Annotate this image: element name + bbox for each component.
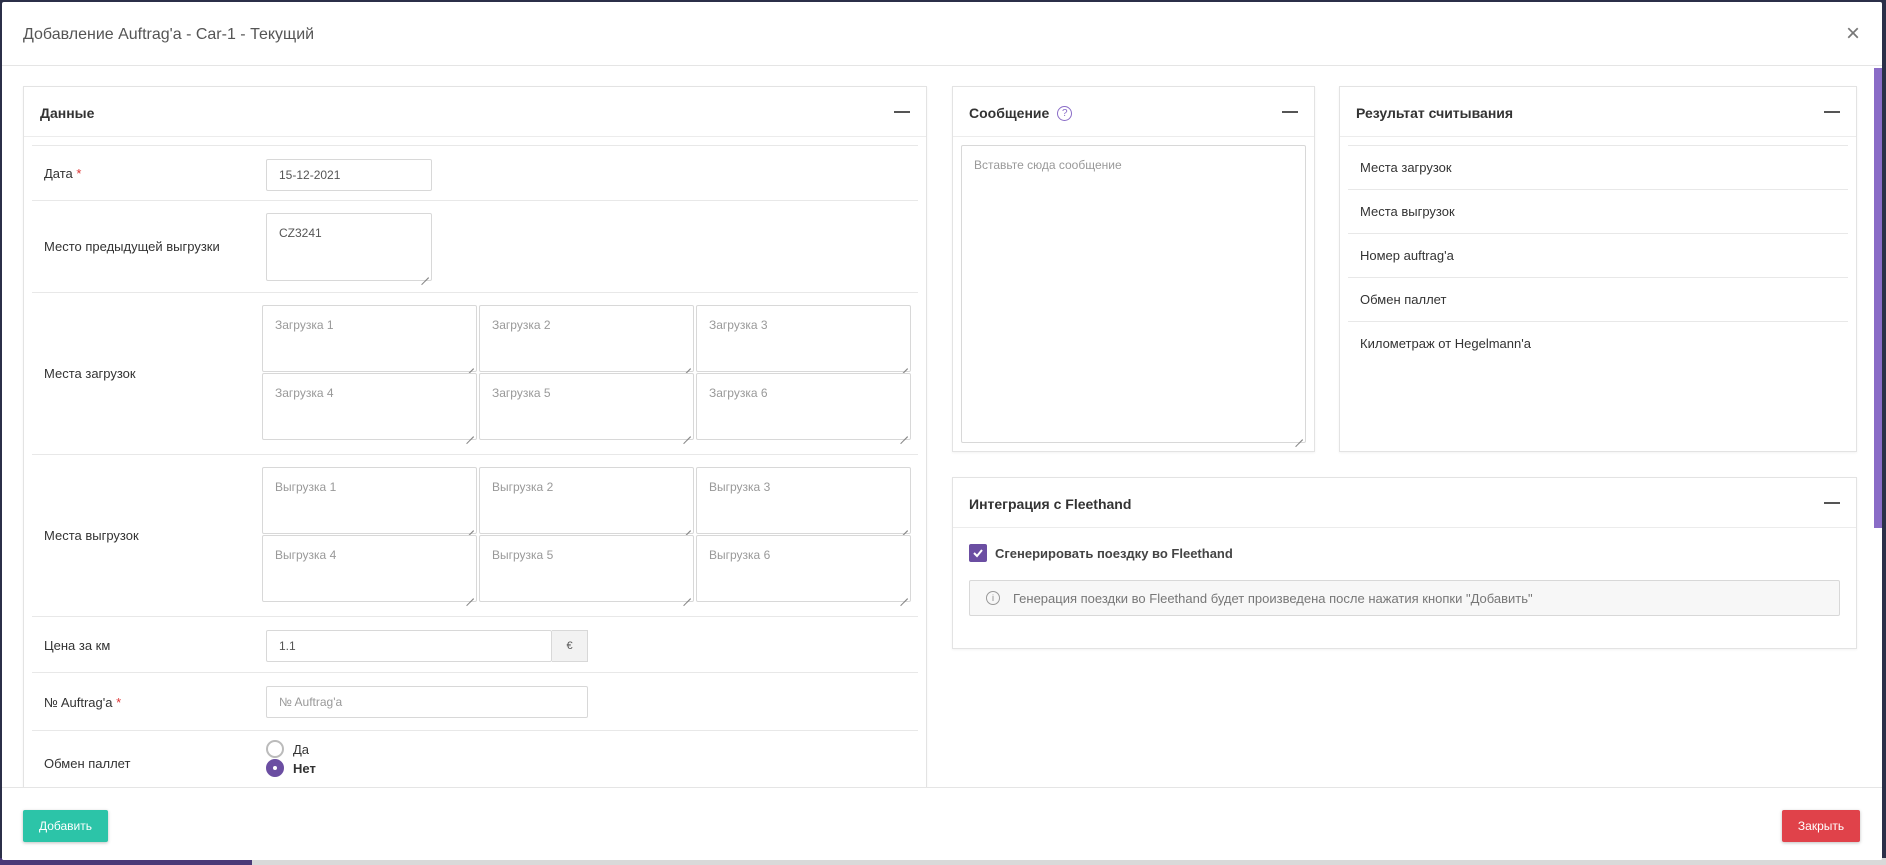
- price-label: Цена за км: [44, 638, 111, 653]
- result-item-unloading: Места выгрузок: [1348, 189, 1848, 233]
- resize-grip-icon[interactable]: [466, 429, 474, 437]
- minimize-icon[interactable]: [1824, 502, 1840, 504]
- price-input[interactable]: 1.1: [266, 630, 552, 662]
- resize-grip-icon[interactable]: [466, 361, 474, 369]
- loading-1-textarea[interactable]: Загрузка 1: [262, 305, 477, 372]
- result-item-pallet: Обмен паллет: [1348, 277, 1848, 321]
- loading-4-textarea[interactable]: Загрузка 4: [262, 373, 477, 440]
- minimize-icon[interactable]: [1824, 111, 1840, 113]
- minimize-icon[interactable]: [894, 111, 910, 113]
- info-icon: i: [986, 591, 1000, 605]
- unloading-6-textarea[interactable]: Выгрузка 6: [696, 535, 911, 602]
- result-item-auftrag-number: Номер auftrag'a: [1348, 233, 1848, 277]
- fleethand-info-box: i Генерация поездки во Fleethand будет п…: [969, 580, 1840, 616]
- result-item-loading: Места загрузок: [1348, 145, 1848, 189]
- resize-grip-icon[interactable]: [900, 361, 908, 369]
- resize-grip-icon[interactable]: [683, 429, 691, 437]
- generate-trip-checkbox[interactable]: [969, 544, 987, 562]
- pallet-no-label[interactable]: Нет: [293, 761, 316, 776]
- resize-grip-icon[interactable]: [900, 523, 908, 531]
- unloading-1-textarea[interactable]: Выгрузка 1: [262, 467, 477, 534]
- message-panel: Сообщение ? Вставьте сюда сообщение: [952, 86, 1315, 452]
- fleethand-panel: Интеграция с Fleethand Сгенерировать пое…: [952, 477, 1857, 649]
- resize-grip-icon[interactable]: [466, 591, 474, 599]
- minimize-icon[interactable]: [1282, 111, 1298, 113]
- unloading-4-textarea[interactable]: Выгрузка 4: [262, 535, 477, 602]
- unloading-places-label: Места выгрузок: [44, 528, 139, 543]
- resize-grip-icon[interactable]: [683, 361, 691, 369]
- loading-places-row: Места загрузок Загрузка 1 Загрузка 2 Заг…: [32, 293, 918, 455]
- date-label: Дата *: [44, 166, 82, 181]
- modal-title: Добавление Auftrag'a - Car-1 - Текущий: [23, 26, 315, 43]
- loading-5-textarea[interactable]: Загрузка 5: [479, 373, 694, 440]
- help-icon[interactable]: ?: [1057, 105, 1073, 121]
- result-panel: Результат считывания Места загрузок Мест…: [1339, 86, 1857, 452]
- message-textarea[interactable]: Вставьте сюда сообщение: [961, 145, 1306, 443]
- auftrag-row: № Auftrag'a * № Auftrag'a: [32, 673, 918, 731]
- date-input[interactable]: 15-12-2021: [266, 159, 432, 191]
- currency-addon: €: [552, 630, 588, 662]
- message-panel-header: Сообщение ?: [953, 87, 1314, 137]
- pallet-yes-label[interactable]: Да: [293, 742, 309, 757]
- unloading-places-row: Места выгрузок Выгрузка 1 Выгрузка 2 Выг…: [32, 455, 918, 617]
- loading-3-textarea[interactable]: Загрузка 3: [696, 305, 911, 372]
- loading-places-label: Места загрузок: [44, 366, 136, 381]
- pallet-yes-radio[interactable]: [266, 740, 284, 758]
- unloading-3-textarea[interactable]: Выгрузка 3: [696, 467, 911, 534]
- loading-6-textarea[interactable]: Загрузка 6: [696, 373, 911, 440]
- resize-grip-icon[interactable]: [900, 429, 908, 437]
- data-panel: Данные Дата * 15-12-2021 Место предыдуще…: [23, 86, 927, 806]
- data-panel-header: Данные: [24, 87, 926, 137]
- resize-grip-icon[interactable]: [466, 523, 474, 531]
- result-panel-title: Результат считывания: [1356, 105, 1514, 121]
- resize-grip-icon[interactable]: [683, 591, 691, 599]
- check-icon: [973, 549, 983, 558]
- prev-unload-textarea[interactable]: CZ3241: [266, 213, 432, 281]
- pallet-exchange-label: Обмен паллет: [44, 756, 131, 771]
- generate-trip-label[interactable]: Сгенерировать поездку во Fleethand: [995, 546, 1233, 561]
- scrollbar[interactable]: [1874, 68, 1882, 528]
- fleethand-panel-title: Интеграция с Fleethand: [969, 496, 1132, 512]
- price-row: Цена за км 1.1 €: [32, 617, 918, 673]
- date-row: Дата * 15-12-2021: [32, 145, 918, 201]
- resize-grip-icon[interactable]: [421, 270, 429, 278]
- pallet-no-radio[interactable]: [266, 759, 284, 777]
- auftrag-label: № Auftrag'a *: [44, 695, 122, 710]
- loading-2-textarea[interactable]: Загрузка 2: [479, 305, 694, 372]
- add-button[interactable]: Добавить: [23, 810, 108, 842]
- result-panel-header: Результат считывания: [1340, 87, 1856, 137]
- close-button[interactable]: Закрыть: [1782, 810, 1860, 842]
- resize-grip-icon[interactable]: [1295, 432, 1303, 440]
- resize-grip-icon[interactable]: [900, 591, 908, 599]
- fleethand-panel-header: Интеграция с Fleethand: [953, 478, 1856, 528]
- resize-grip-icon[interactable]: [683, 523, 691, 531]
- prev-unload-row: Место предыдущей выгрузки CZ3241: [32, 201, 918, 293]
- message-panel-title: Сообщение ?: [969, 105, 1073, 121]
- modal-header: Добавление Auftrag'a - Car-1 - Текущий ×: [2, 2, 1882, 66]
- modal-footer: Добавить Закрыть: [2, 787, 1882, 860]
- add-auftrag-modal: Добавление Auftrag'a - Car-1 - Текущий ×…: [2, 2, 1882, 860]
- prev-unload-label: Место предыдущей выгрузки: [44, 239, 220, 254]
- close-icon[interactable]: ×: [1846, 22, 1860, 46]
- fleethand-info-text: Генерация поездки во Fleethand будет про…: [1013, 591, 1533, 606]
- unloading-2-textarea[interactable]: Выгрузка 2: [479, 467, 694, 534]
- data-panel-title: Данные: [40, 105, 95, 121]
- unloading-5-textarea[interactable]: Выгрузка 5: [479, 535, 694, 602]
- auftrag-number-input[interactable]: № Auftrag'a: [266, 686, 588, 718]
- result-item-mileage: Километраж от Hegelmann'a: [1348, 321, 1848, 365]
